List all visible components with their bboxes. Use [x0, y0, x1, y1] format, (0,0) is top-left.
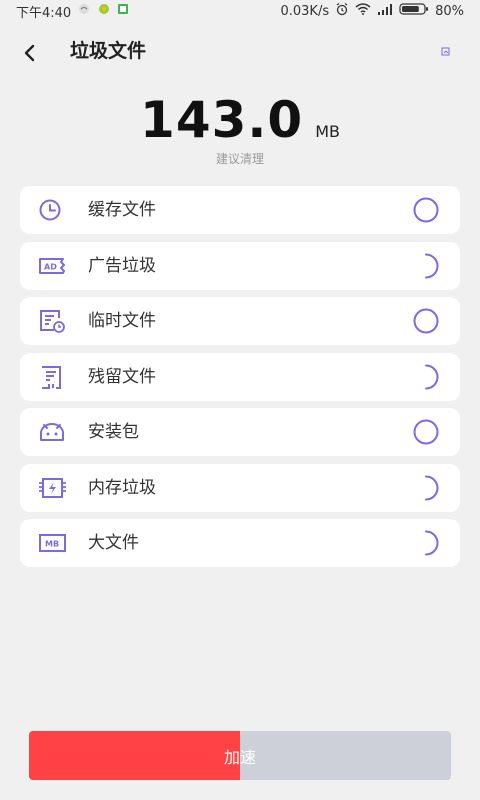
list-item-ad-junk[interactable]: AD 广告垃圾 [20, 241, 460, 290]
list-item-install-packages[interactable]: 安装包 [20, 408, 460, 456]
done-circle-icon [412, 308, 440, 334]
svg-text:AD: AD [44, 262, 57, 271]
battery-percent: 80% [435, 3, 464, 19]
done-circle-icon [412, 197, 440, 223]
app-notification-icon [97, 3, 111, 19]
scanning-arc-icon [412, 364, 440, 390]
list-item-label: 大文件 [88, 533, 139, 553]
list-item-label: 残留文件 [88, 366, 156, 387]
status-bar: 下午4:40 0.03K/s 80% [0, 0, 480, 22]
network-speed: 0.03K/s [280, 3, 330, 19]
wifi-icon [355, 3, 371, 19]
list-item-label: 临时文件 [88, 311, 156, 331]
battery-icon [399, 3, 429, 19]
list-item-label: 缓存文件 [88, 200, 156, 220]
app-notification-icon-2 [117, 3, 129, 19]
list-item-residual-files[interactable]: 残留文件 [20, 352, 460, 401]
done-circle-icon [412, 419, 440, 445]
list-item-cache-files[interactable]: 缓存文件 [20, 186, 460, 234]
size-row: 143.0 MB [0, 90, 480, 150]
small-gallery-icon [441, 47, 450, 56]
junk-size-unit: MB [315, 122, 340, 141]
status-bar-right: 0.03K/s 80% [280, 2, 464, 20]
accelerate-label: 加速 [223, 747, 256, 767]
scanning-arc-icon [412, 253, 440, 279]
alarm-icon [335, 2, 349, 20]
junk-summary: 143.0 MB 建议清理 [0, 90, 480, 167]
app-bar: 垃圾文件 [0, 30, 480, 74]
memory-chip-icon [38, 475, 66, 501]
status-time: 下午4:40 [16, 5, 72, 21]
battery-level [402, 6, 419, 12]
junk-size-value: 143.0 [140, 91, 304, 149]
svg-text:MB: MB [45, 540, 59, 549]
signal-icon [377, 3, 393, 19]
list-item-label: 内存垃圾 [88, 477, 156, 498]
accelerate-button[interactable]: 加速 [29, 731, 451, 780]
back-button[interactable] [14, 38, 44, 68]
notification-icon [77, 3, 91, 19]
mb-file-icon: MB [38, 530, 66, 556]
residual-file-icon [38, 364, 66, 390]
temp-file-icon [38, 308, 66, 334]
list-item-memory-junk[interactable]: 内存垃圾 [20, 463, 460, 512]
scanning-arc-icon [412, 530, 440, 556]
list-item-label: 安装包 [88, 422, 139, 442]
list-item-large-files[interactable]: MB 大文件 [20, 519, 460, 567]
list-item-temp-files[interactable]: 临时文件 [20, 297, 460, 345]
clock-icon [38, 197, 66, 223]
list-item-label: 广告垃圾 [88, 255, 156, 276]
clean-hint: 建议清理 [215, 152, 264, 166]
corner-menu-button[interactable] [438, 44, 454, 60]
android-icon [38, 419, 66, 445]
ad-icon: AD [38, 253, 66, 279]
page-title: 垃圾文件 [70, 40, 147, 62]
scanning-arc-icon [412, 475, 440, 501]
chevron-left-icon [24, 44, 35, 62]
status-bar-left: 下午4:40 [16, 2, 129, 21]
junk-category-list: 缓存文件 AD 广告垃圾 临时文件 残留文件 安装包 内存垃圾 MB 大文件 [20, 186, 460, 575]
